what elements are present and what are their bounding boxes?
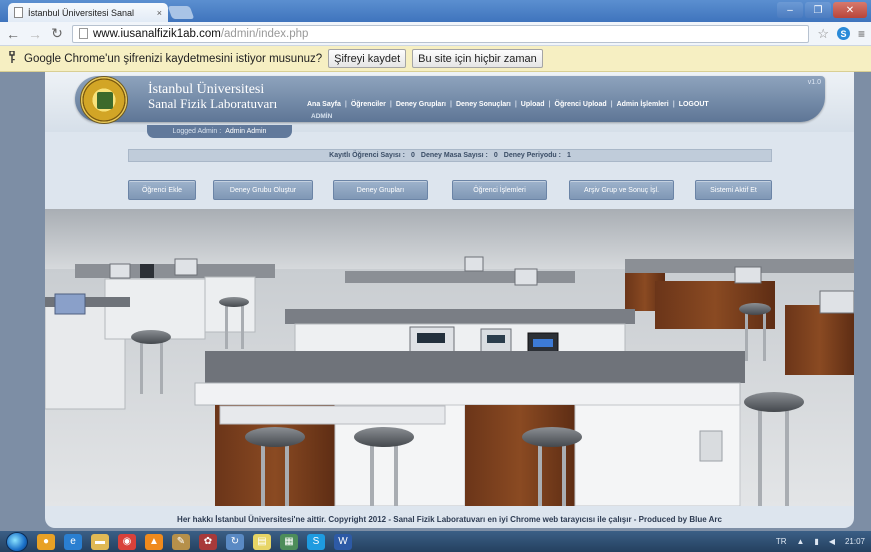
browser-toolbar: ← → ↻ www.iusanalfizik1ab.com/admin/inde… [0,22,871,46]
nav-item-results[interactable]: Deney Sonuçları [452,101,515,108]
reload-icon[interactable]: ↻ [50,25,64,42]
back-arrow-icon[interactable]: ← [6,26,20,42]
nav-item-groups[interactable]: Deney Grupları [392,101,450,108]
create-group-button[interactable]: Deney Grubu Oluştur [213,180,313,200]
activate-system-button[interactable]: Sistemi Aktif Et [695,180,772,200]
experiment-groups-button[interactable]: Deney Grupları [333,180,428,200]
bookmark-star-icon[interactable]: ☆ [817,26,829,42]
stats-bar: Kayıtlı Öğrenci Sayısı : 0 Deney Masa Sa… [128,149,772,162]
explorer-folder-icon[interactable]: ▬ [91,533,109,550]
chrome-menu-icon[interactable]: ≡ [858,27,865,41]
minimize-icon[interactable]: – [777,2,803,18]
internet-explorer-icon[interactable]: e [64,533,82,550]
tables-count-value: 0 [493,152,498,159]
add-student-button[interactable]: Öğrenci Ekle [128,180,196,200]
url-path: /admin/index.php [220,27,309,40]
url-host: www.iusanalfizik1ab.com [93,27,221,40]
save-password-button[interactable]: Şifreyi kaydet [328,49,407,68]
key-icon [6,50,18,66]
tray-arrow-icon[interactable]: ▲ [796,537,804,546]
forward-arrow-icon[interactable]: → [28,26,42,42]
start-button[interactable] [6,531,28,552]
version-label: v1.0 [807,79,821,86]
vlc-icon[interactable]: ▲ [145,533,163,550]
main-nav: Ana Sayfa | Öğrenciler | Deney Grupları | D… [303,101,713,108]
logged-label: Logged Admin : [172,128,222,135]
university-seal-logo[interactable] [80,76,128,124]
page-icon [14,7,23,18]
paint-icon[interactable]: ✎ [172,533,190,550]
tab-close-icon[interactable]: × [157,8,162,18]
app-icon[interactable]: ✿ [199,533,217,550]
students-count-value: 0 [411,152,415,159]
window-controls: – ❐ ✕ [777,2,867,18]
notes-icon[interactable]: ▤ [253,533,271,550]
word-icon[interactable]: W [334,533,352,550]
virtual-lab-image [45,209,854,506]
student-operations-button[interactable]: Öğrenci İşlemleri [452,180,547,200]
password-prompt: Google Chrome'un şifrenizi kaydetmesini … [24,52,323,65]
period-label: Deney Periyodu : [503,152,561,159]
site-footer: Her hakkı İstanbul Üniversitesi'ne aitti… [177,515,722,524]
address-bar[interactable]: www.iusanalfizik1ab.com/admin/index.php [72,24,810,43]
nav-item-student-upload[interactable]: Öğrenci Upload [551,101,611,108]
chrome-icon[interactable]: ◉ [118,533,136,550]
nav-item-logout[interactable]: LOGOUT [675,101,713,108]
new-tab-button[interactable] [167,6,195,19]
tables-count-label: Deney Masa Sayısı : [420,152,488,159]
logged-user-badge: Logged Admin : Admin Admin [147,125,292,138]
maximize-icon[interactable]: ❐ [805,2,831,18]
password-infobar: Google Chrome'un şifrenizi kaydetmesini … [0,46,871,72]
update-icon[interactable]: ↻ [226,533,244,550]
archive-button[interactable]: Arşiv Grup ve Sonuç İşl. [569,180,674,200]
close-window-icon[interactable]: ✕ [833,2,867,18]
windows-taskbar: ● e ▬ ◉ ▲ ✎ ✿ ↻ ▤ ▦ S W TR ▲ ▮ ◀ 21:07 [0,531,871,552]
clock[interactable]: 21:07 [845,537,865,546]
volume-icon[interactable]: ◀ [829,537,835,546]
page-icon [79,28,88,39]
nav-item-admin[interactable]: Admin İşlemleri [613,101,673,108]
nav-item-home[interactable]: Ana Sayfa [303,101,345,108]
tab-strip: İstanbul Üniversitesi Sanal × – ❐ ✕ [0,0,871,22]
system-tray: TR ▲ ▮ ◀ 21:07 [776,531,865,552]
nav-admin-label: ADMİN [311,113,333,120]
site-panel: İstanbul Üniversitesi Sanal Fizik Labora… [45,72,854,528]
web-page: İstanbul Üniversitesi Sanal Fizik Labora… [0,72,871,531]
students-count-label: Kayıtlı Öğrenci Sayısı : [329,152,406,159]
logged-user-name: Admin Admin [225,128,267,135]
skype-icon[interactable]: S [307,533,325,550]
tab-title: İstanbul Üniversitesi Sanal [28,7,135,18]
language-indicator[interactable]: TR [776,537,787,546]
media-player-icon[interactable]: ● [37,533,55,550]
network-tray-icon[interactable]: ▮ [814,537,818,546]
never-save-button[interactable]: Bu site için hiçbir zaman [412,49,543,68]
skype-extension-icon[interactable]: S [836,27,850,40]
nav-item-upload[interactable]: Upload [517,101,549,108]
period-value: 1 [566,152,571,159]
nav-item-students[interactable]: Öğrenciler [347,101,390,108]
site-header: İstanbul Üniversitesi Sanal Fizik Labora… [45,72,854,132]
browser-tab[interactable]: İstanbul Üniversitesi Sanal × [8,3,168,22]
action-buttons: Öğrenci Ekle Deney Grubu Oluştur Deney G… [128,180,772,200]
site-subtitle: Sanal Fizik Laboratuvarı [148,96,278,111]
network-icon[interactable]: ▦ [280,533,298,550]
